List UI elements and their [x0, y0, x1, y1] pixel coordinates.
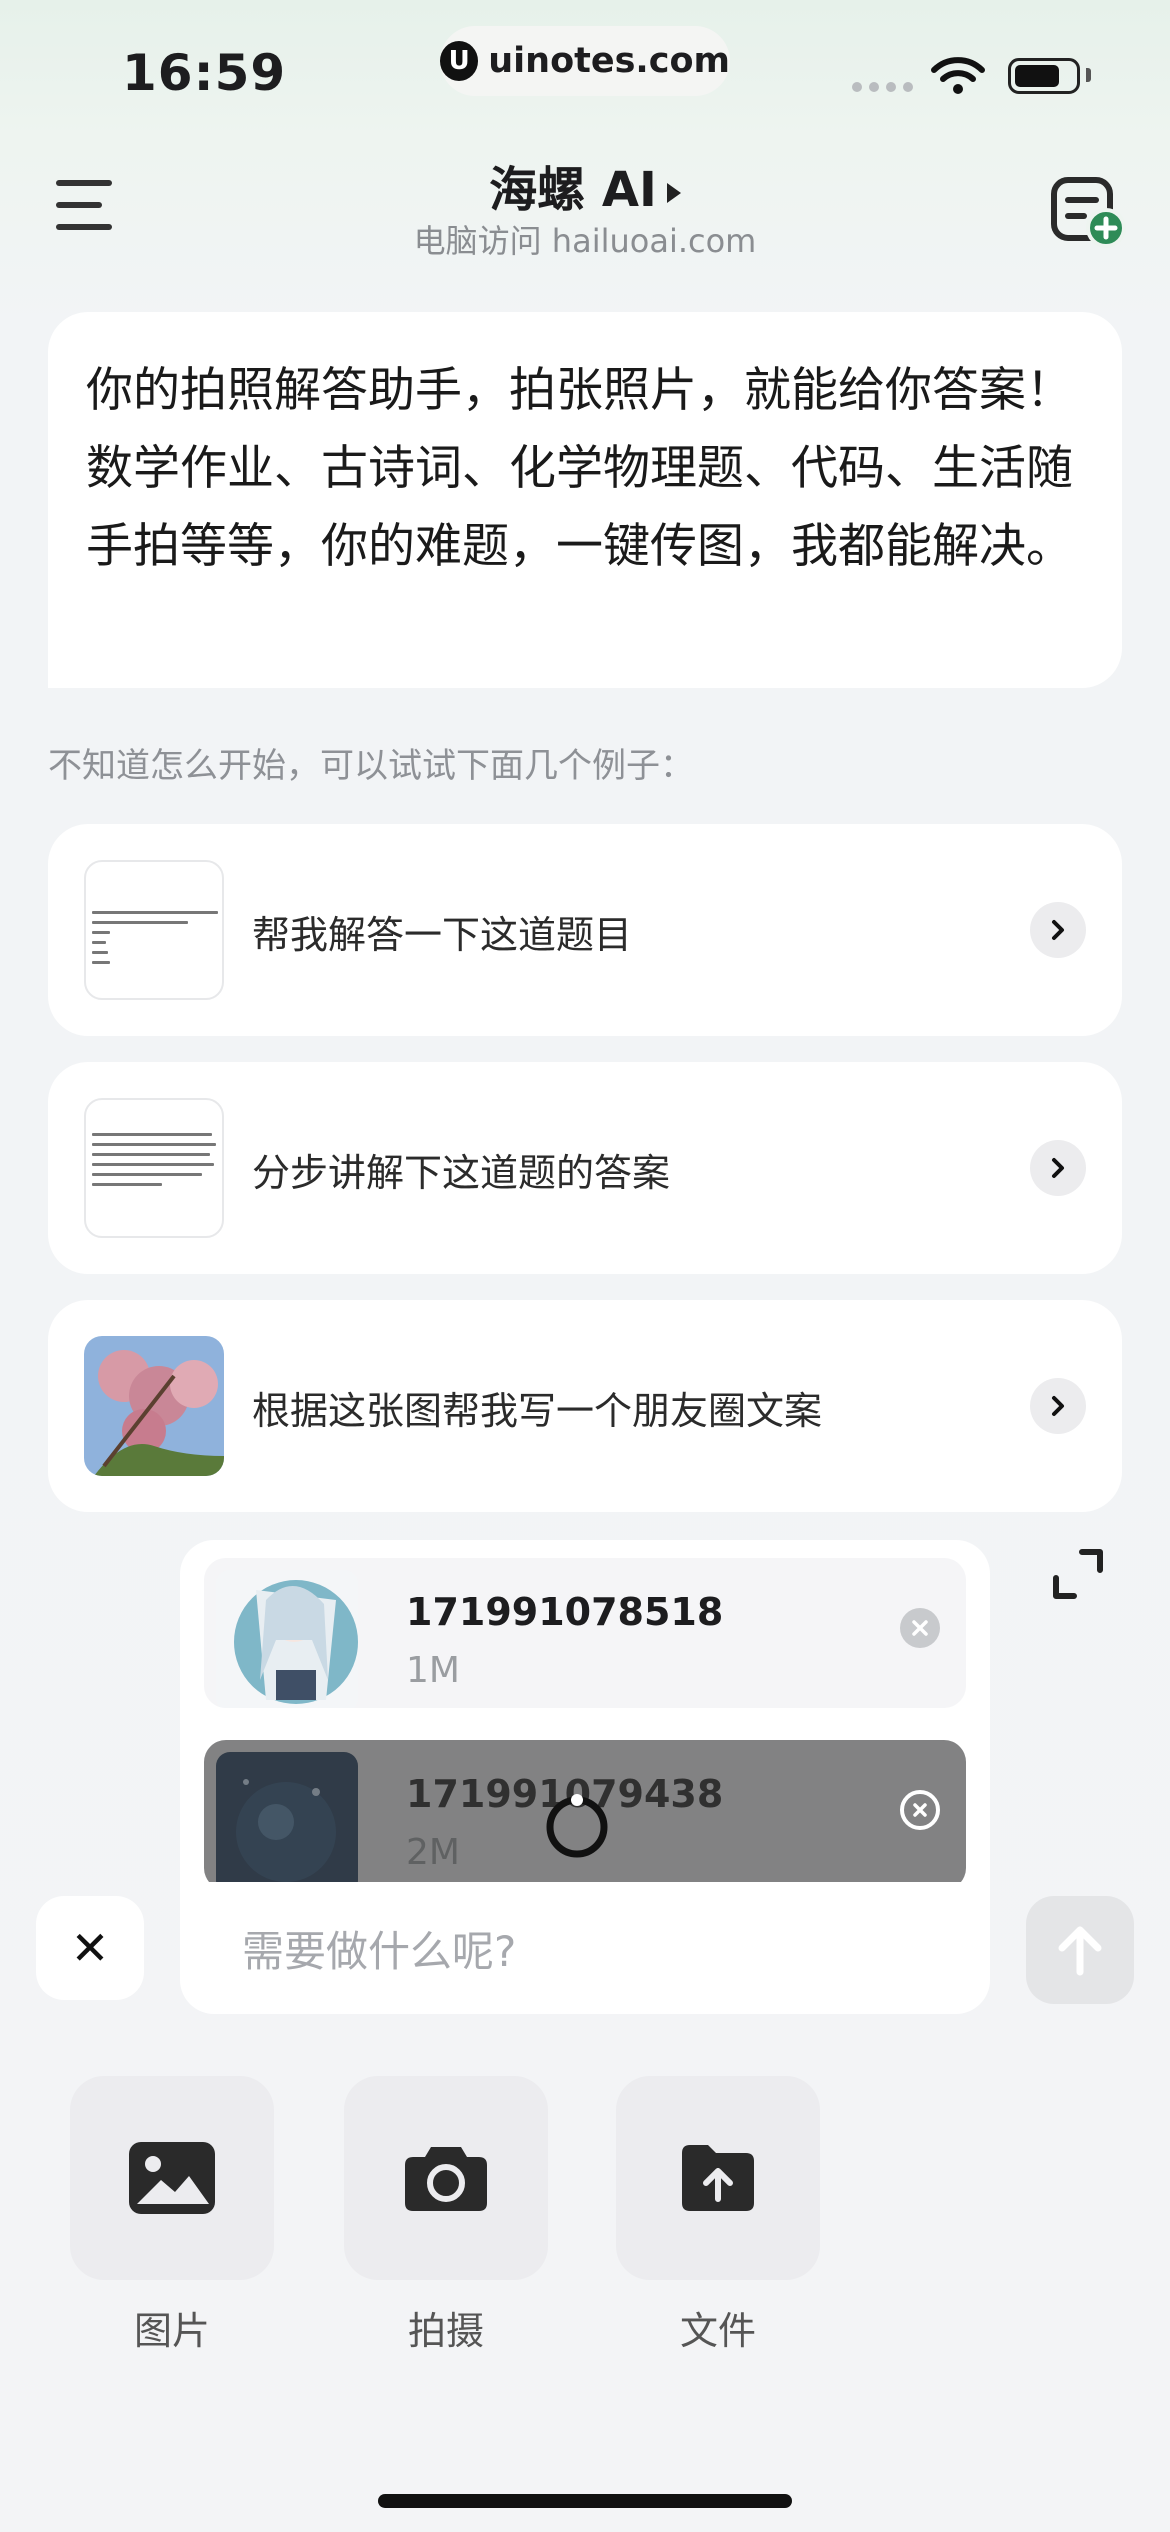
attachment-tray: 171991078518 1M 171991079438 2M: [180, 1540, 990, 1882]
attachment-name: 171991078518: [406, 1590, 724, 1634]
play-icon: [666, 183, 681, 203]
example-thumbnail-question: [84, 860, 224, 1000]
app-subtitle: 电脑访问 hailuoai.com: [413, 222, 757, 260]
attachment-item-2[interactable]: 171991079438 2M: [204, 1740, 966, 1882]
examples-hint: 不知道怎么开始，可以试试下面几个例子：: [48, 746, 694, 786]
url-text: uinotes.com: [488, 41, 730, 81]
app-title[interactable]: 海螺 AI: [0, 150, 1170, 220]
tool-file-button[interactable]: [616, 2076, 820, 2280]
example-thumbnail-solution: [84, 1098, 224, 1238]
wifi-icon: [931, 57, 985, 94]
url-pill[interactable]: U uinotes.com: [440, 26, 730, 96]
chevron-right-icon: [1030, 902, 1086, 958]
assistant-intro-message: 你的拍照解答助手，拍张照片，就能给你答案！数学作业、古诗词、化学物理题、代码、生…: [48, 312, 1122, 688]
attachment-thumbnail-anime: [216, 1570, 358, 1708]
example-thumbnail-blossom-photo: [84, 1336, 224, 1476]
chevron-right-icon: [1030, 1140, 1086, 1196]
uinotes-logo-icon: U: [440, 41, 479, 81]
cellular-signal-icon: [852, 82, 913, 92]
tool-image-label: 图片: [133, 2309, 210, 2353]
remove-attachment-icon[interactable]: [900, 1790, 940, 1830]
attachment-size: 1M: [406, 1650, 460, 1691]
new-chat-icon[interactable]: [1050, 176, 1126, 248]
expand-icon[interactable]: [1052, 1548, 1104, 1600]
close-button[interactable]: ✕: [36, 1896, 144, 2000]
battery-nub: [1086, 68, 1091, 82]
message-input[interactable]: 需要做什么呢?: [180, 1882, 990, 2014]
arrow-up-icon: [1058, 1926, 1102, 1976]
battery-icon: [1008, 58, 1080, 94]
example-card-2[interactable]: 分步讲解下这道题的答案: [48, 1062, 1122, 1274]
tool-camera-label: 拍摄: [407, 2309, 484, 2353]
example-card-3[interactable]: 根据这张图帮我写一个朋友圈文案: [48, 1300, 1122, 1512]
send-button[interactable]: [1026, 1896, 1134, 2004]
example-label: 帮我解答一下这道题目: [252, 913, 633, 957]
file-upload-icon: [682, 2145, 754, 2211]
tool-image-button[interactable]: [70, 2076, 274, 2280]
tool-camera-button[interactable]: [344, 2076, 548, 2280]
chevron-right-icon: [1030, 1378, 1086, 1434]
home-indicator: [378, 2494, 792, 2508]
example-card-1[interactable]: 帮我解答一下这道题目: [48, 824, 1122, 1036]
tool-file-label: 文件: [679, 2309, 756, 2353]
attachment-item-1[interactable]: 171991078518 1M: [204, 1558, 966, 1708]
status-time: 16:59: [122, 44, 287, 102]
app-title-text: 海螺 AI: [489, 162, 657, 218]
example-label: 根据这张图帮我写一个朋友圈文案: [252, 1389, 823, 1433]
image-icon: [129, 2142, 215, 2214]
close-icon: ✕: [70, 1921, 110, 1975]
loading-spinner-icon: [546, 1794, 608, 1858]
remove-attachment-icon[interactable]: [900, 1608, 940, 1648]
example-label: 分步讲解下这道题的答案: [252, 1151, 671, 1195]
camera-icon: [405, 2147, 487, 2211]
